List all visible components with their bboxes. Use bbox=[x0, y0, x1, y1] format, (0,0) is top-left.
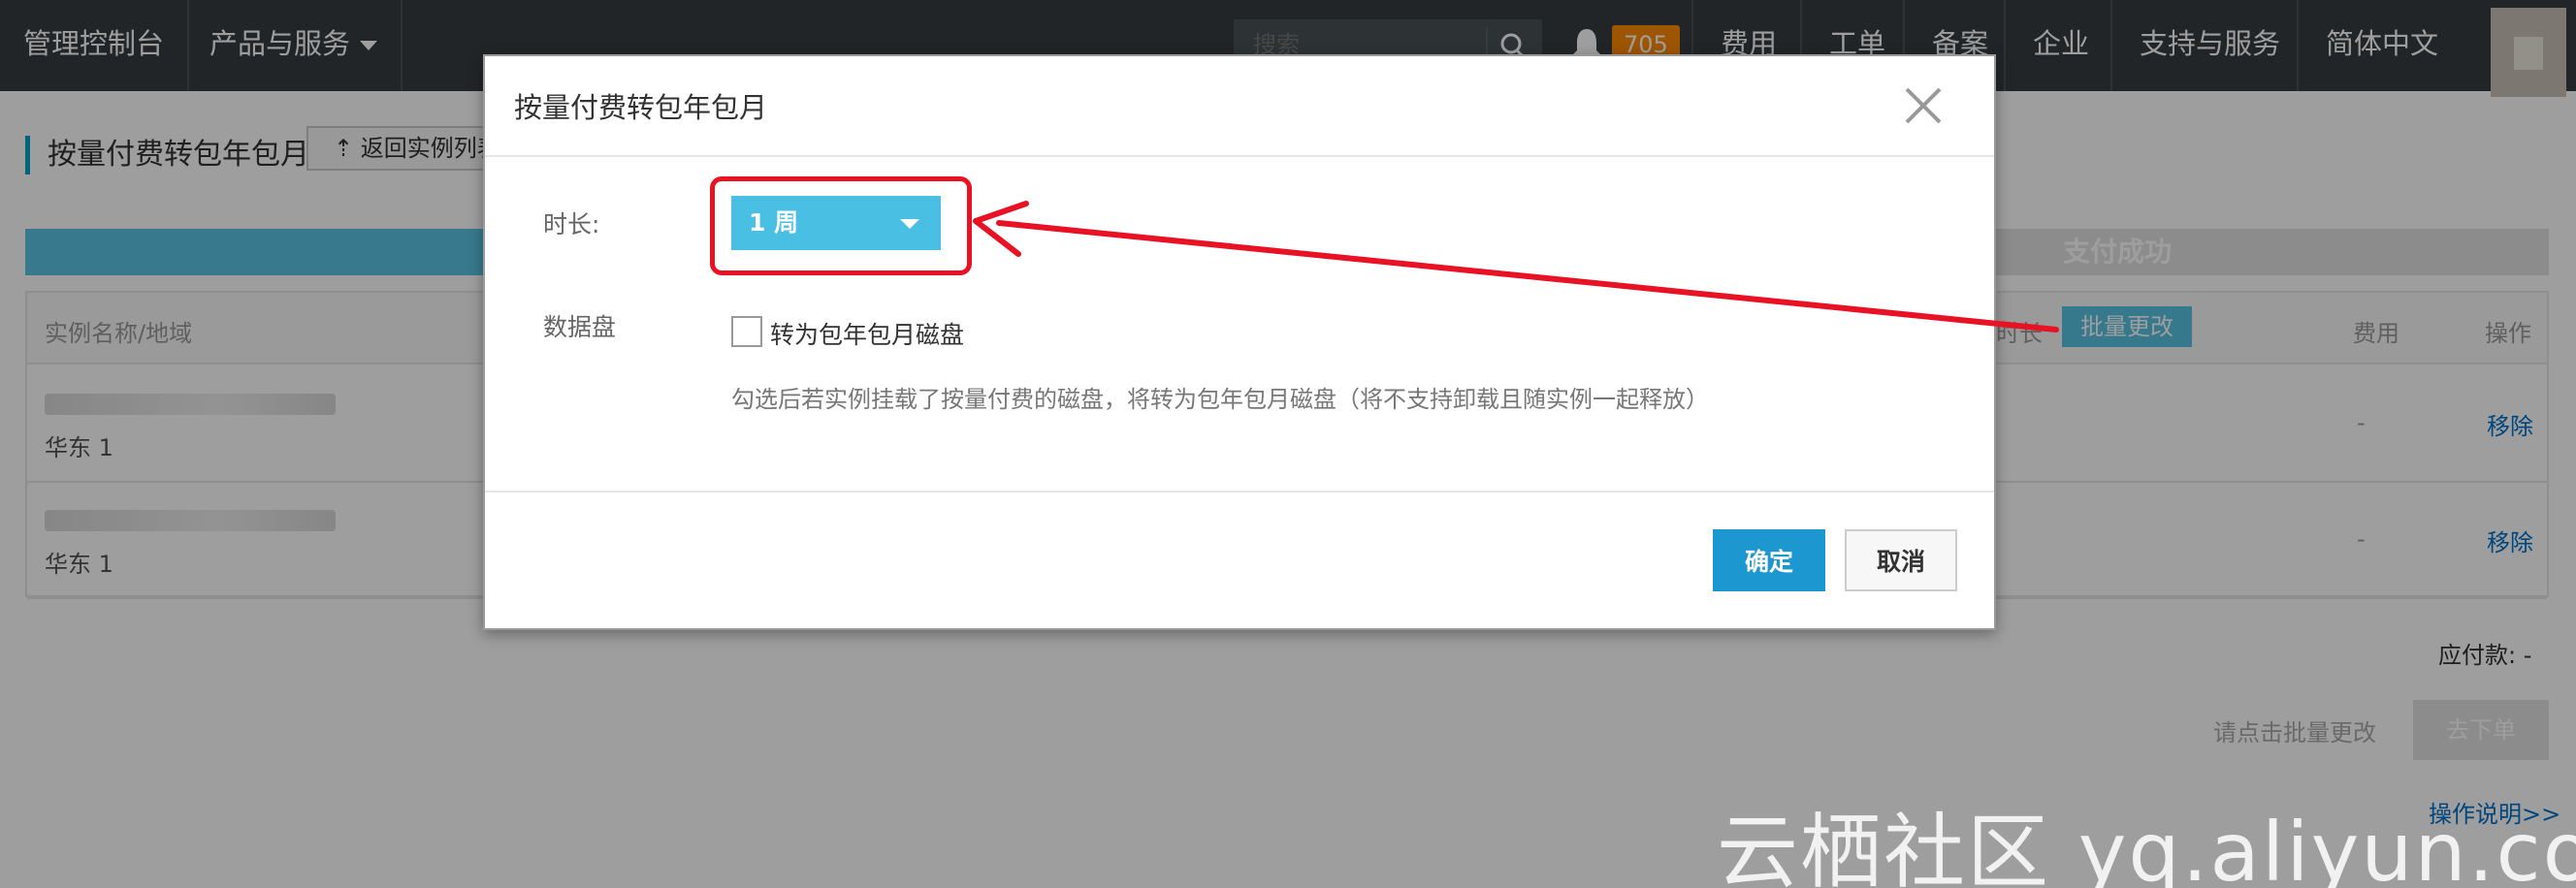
convert-disk-checkbox[interactable] bbox=[731, 316, 762, 347]
ok-button[interactable]: 确定 bbox=[1713, 529, 1825, 591]
close-icon[interactable] bbox=[1903, 85, 1944, 126]
dialog-header: 按量付费转包年包月 bbox=[485, 56, 1994, 157]
convert-disk-label[interactable]: 转为包年包月磁盘 bbox=[770, 316, 964, 351]
dialog-title: 按量付费转包年包月 bbox=[514, 91, 768, 124]
data-disk-label: 数据盘 bbox=[543, 313, 617, 341]
duration-label: 时长: bbox=[543, 210, 600, 238]
cancel-button[interactable]: 取消 bbox=[1845, 529, 1957, 591]
watermark: 云栖社区 yq.aliyun.com bbox=[1717, 805, 2576, 888]
dialog-footer-divider bbox=[485, 491, 1994, 492]
convert-disk-description: 勾选后若实例挂载了按量付费的磁盘，将转为包年包月磁盘（将不支持卸载且随实例一起释… bbox=[731, 386, 1709, 413]
convert-billing-dialog: 按量付费转包年包月 时长: 1 周 数据盘 转为包年包月磁盘 勾选后若实例挂载了… bbox=[483, 54, 1996, 630]
annotation-highlight-box bbox=[710, 176, 972, 275]
